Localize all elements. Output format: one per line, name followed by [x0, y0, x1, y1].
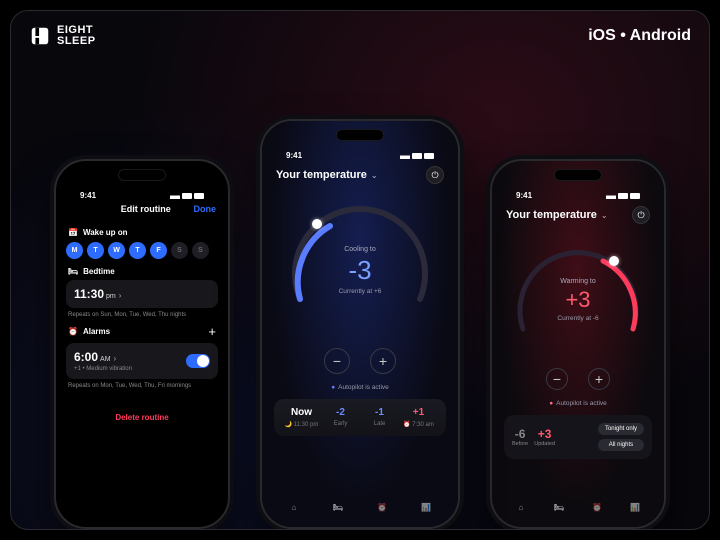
bedtime-section: 🛏 Bedtime: [68, 267, 216, 276]
power-button[interactable]: ⏻: [426, 166, 444, 184]
day-toggle[interactable]: S: [171, 242, 188, 259]
tab-alarm-icon[interactable]: ⏰: [374, 499, 390, 515]
status-bar: 9:41: [272, 143, 448, 160]
day-toggle[interactable]: F: [150, 242, 167, 259]
schedule-cell[interactable]: Now🌙 11:30 pm: [282, 407, 321, 428]
tab-home-icon[interactable]: ⌂: [513, 499, 529, 515]
update-card: -6 Before +3 Updated Tonight only All ni…: [504, 415, 652, 459]
alarm-repeats: Repeats on Mon, Tue, Wed, Thu, Fri morni…: [68, 383, 216, 389]
phone-edit-routine: 9:41 Edit routine Done 📅 Wake up on MTWT…: [54, 159, 230, 529]
power-button[interactable]: ⏻: [632, 206, 650, 224]
add-alarm-button[interactable]: +: [208, 324, 216, 339]
tonight-only-button[interactable]: Tonight only: [598, 423, 644, 435]
all-nights-button[interactable]: All nights: [598, 439, 644, 451]
increase-button[interactable]: +: [370, 348, 396, 374]
schedule-cell[interactable]: -2Early: [321, 407, 360, 428]
decrease-button[interactable]: −: [324, 348, 350, 374]
before-value: -6 Before: [512, 427, 528, 447]
brand-logo: EIGHT SLEEP: [29, 25, 96, 47]
tab-home-icon[interactable]: ⌂: [286, 499, 302, 515]
alarm-toggle[interactable]: [186, 354, 210, 368]
temperature-dropdown[interactable]: Your temperature⌄: [506, 209, 608, 221]
decrease-button[interactable]: −: [546, 368, 568, 390]
tab-stats-icon[interactable]: 📊: [418, 499, 434, 515]
chevron-right-icon: ›: [119, 291, 122, 300]
tab-bar: ⌂ 🛏 ⏰ 📊: [502, 493, 654, 521]
gauge-value: +3: [502, 287, 654, 313]
day-toggle[interactable]: S: [192, 242, 209, 259]
status-bar: 9:41: [66, 183, 218, 200]
schedule-cell[interactable]: +1⏰ 7:30 am: [399, 407, 438, 428]
chevron-down-icon: ⌄: [601, 211, 608, 220]
tab-stats-icon[interactable]: 📊: [627, 499, 643, 515]
autopilot-status: ●Autopilot is active: [272, 384, 448, 391]
page-title: Edit routine: [121, 204, 171, 214]
bedtime-card[interactable]: 11:30pm›: [66, 280, 218, 308]
phone-temperature-warm: 9:41 Your temperature⌄ ⏻ W: [490, 159, 666, 529]
autopilot-status: ●Autopilot is active: [502, 400, 654, 407]
updated-value: +3 Updated: [534, 427, 555, 447]
gauge-status-label: Warming to: [502, 278, 654, 285]
day-toggle[interactable]: M: [66, 242, 83, 259]
gauge-current: Currently at +6: [272, 288, 448, 295]
gauge-current: Currently at -6: [502, 315, 654, 322]
day-toggle[interactable]: T: [87, 242, 104, 259]
calendar-icon: 📅: [68, 228, 78, 237]
day-toggle[interactable]: W: [108, 242, 125, 259]
tab-bed-icon[interactable]: 🛏: [551, 499, 567, 515]
delete-routine-button[interactable]: Delete routine: [66, 395, 218, 422]
alarm-icon: ⏰: [68, 327, 78, 336]
wake-up-section: 📅 Wake up on: [68, 228, 216, 237]
chevron-down-icon: ⌄: [371, 171, 378, 180]
bedtime-repeats: Repeats on Sun, Mon, Tue, Wed, Thu night…: [68, 312, 216, 318]
tab-alarm-icon[interactable]: ⏰: [589, 499, 605, 515]
temperature-dropdown[interactable]: Your temperature⌄: [276, 169, 378, 181]
gauge-status-label: Cooling to: [272, 246, 448, 253]
bed-icon: 🛏: [68, 267, 78, 276]
platforms-label: iOS • Android: [588, 27, 691, 45]
done-button[interactable]: Done: [194, 204, 217, 214]
gauge-thumb[interactable]: [609, 256, 619, 266]
increase-button[interactable]: +: [588, 368, 610, 390]
schedule-card[interactable]: Now🌙 11:30 pm-2Early-1Late+1⏰ 7:30 am: [274, 399, 446, 436]
gauge-value: -3: [272, 255, 448, 286]
schedule-cell[interactable]: -1Late: [360, 407, 399, 428]
chevron-right-icon: ›: [114, 354, 117, 363]
day-toggle[interactable]: T: [129, 242, 146, 259]
status-bar: 9:41: [502, 183, 654, 200]
gauge-thumb[interactable]: [312, 219, 322, 229]
tab-bar: ⌂ 🛏 ⏰ 📊: [272, 493, 448, 521]
tab-bed-icon[interactable]: 🛏: [330, 499, 346, 515]
alarms-section: ⏰ Alarms +: [68, 324, 216, 339]
alarm-card[interactable]: 6:00AM› +1 • Medium vibration: [66, 343, 218, 379]
phone-temperature-cool: 9:41 Your temperature⌄ ⏻ C: [260, 119, 460, 529]
